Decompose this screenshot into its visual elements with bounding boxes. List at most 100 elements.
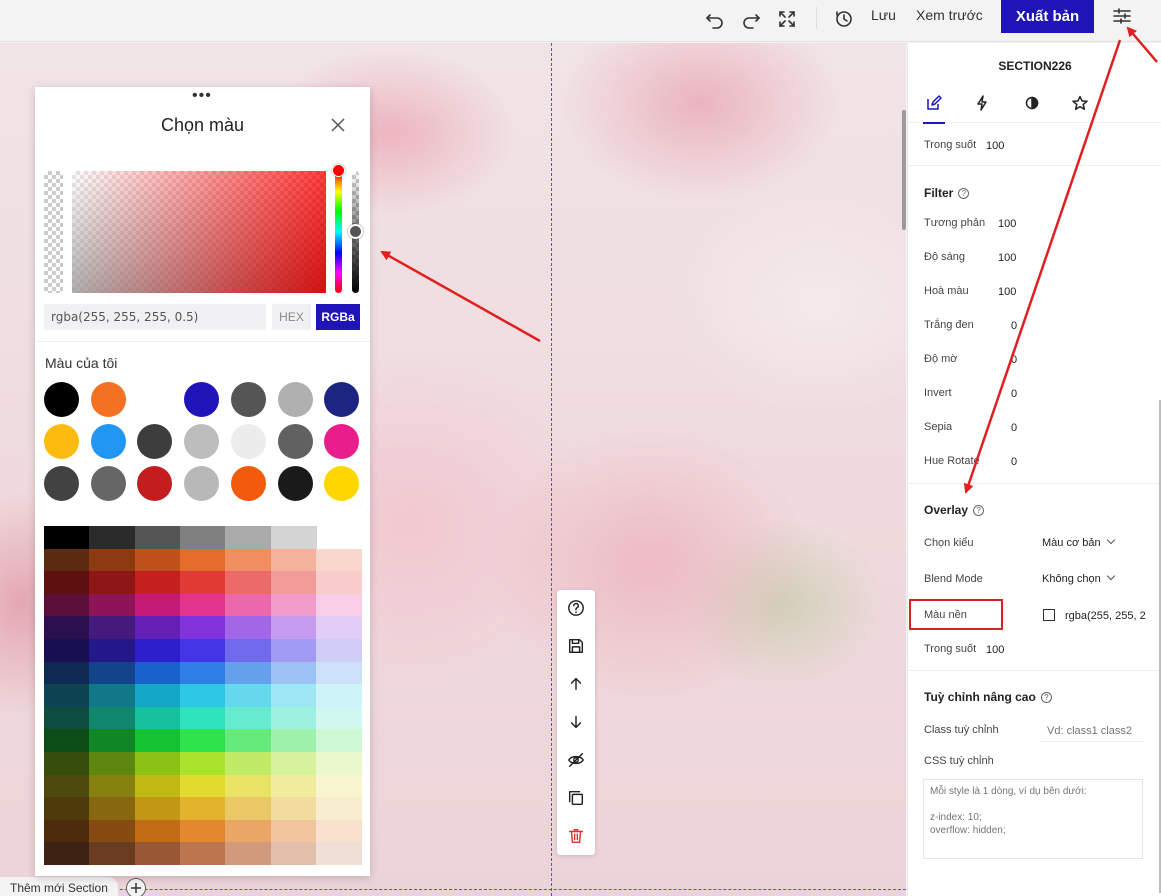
palette-color-cell[interactable] — [134, 661, 181, 685]
palette-color-cell[interactable] — [315, 593, 362, 617]
canvas-scrollbar[interactable] — [902, 110, 906, 230]
move-up-icon[interactable] — [564, 672, 588, 696]
palette-color-cell[interactable] — [179, 639, 226, 662]
palette-color-cell[interactable] — [315, 774, 362, 798]
my-color-swatch[interactable] — [277, 424, 313, 459]
my-color-swatch[interactable] — [277, 382, 313, 417]
palette-color-cell[interactable] — [225, 548, 272, 572]
filter-value[interactable]: 0 — [1011, 354, 1017, 366]
publish-button[interactable]: Xuất bản — [1001, 0, 1094, 33]
palette-color-cell[interactable] — [225, 661, 272, 685]
blend-mode-select[interactable]: Không chọn — [1042, 571, 1115, 585]
palette-color-cell[interactable] — [134, 616, 181, 640]
palette-color-cell[interactable] — [89, 639, 136, 662]
palette-color-cell[interactable] — [89, 797, 136, 821]
my-color-swatch[interactable] — [90, 382, 126, 417]
palette-color-cell[interactable] — [225, 774, 272, 798]
history-icon[interactable] — [831, 6, 857, 32]
palette-color-cell[interactable] — [315, 797, 362, 821]
drag-handle-icon[interactable]: ••• — [192, 88, 212, 104]
hide-icon[interactable] — [564, 748, 588, 772]
palette-color-cell[interactable] — [225, 616, 272, 640]
palette-color-cell[interactable] — [179, 729, 226, 753]
palette-color-cell[interactable] — [44, 729, 90, 753]
palette-color-cell[interactable] — [270, 639, 317, 662]
palette-color-cell[interactable] — [225, 819, 272, 843]
palette-color-cell[interactable] — [179, 842, 226, 866]
palette-color-cell[interactable] — [225, 593, 272, 617]
palette-color-cell[interactable] — [134, 593, 181, 617]
save-button[interactable]: Lưu — [871, 7, 896, 23]
palette-color-cell[interactable] — [44, 706, 90, 730]
palette-color-cell[interactable] — [134, 706, 181, 730]
filter-value[interactable]: 0 — [1011, 320, 1017, 332]
palette-color-cell[interactable] — [44, 752, 90, 775]
palette-color-cell[interactable] — [315, 706, 362, 730]
palette-color-cell[interactable] — [179, 819, 226, 843]
my-color-swatch[interactable] — [324, 382, 360, 417]
palette-color-cell[interactable] — [270, 729, 317, 753]
palette-color-cell[interactable] — [89, 571, 136, 595]
my-color-swatch[interactable] — [137, 466, 173, 501]
palette-color-cell[interactable] — [134, 526, 181, 549]
palette-color-cell[interactable] — [270, 706, 317, 730]
my-color-swatch[interactable] — [90, 466, 126, 501]
close-icon[interactable] — [328, 115, 348, 135]
palette-color-cell[interactable] — [270, 571, 317, 595]
undo-icon[interactable] — [702, 6, 728, 32]
palette-color-cell[interactable] — [44, 639, 90, 662]
palette-color-cell[interactable] — [134, 729, 181, 753]
palette-color-cell[interactable] — [225, 571, 272, 595]
palette-color-cell[interactable] — [270, 819, 317, 843]
palette-color-cell[interactable] — [134, 752, 181, 775]
palette-color-cell[interactable] — [179, 797, 226, 821]
settings-sliders-icon[interactable] — [1109, 3, 1135, 29]
palette-color-cell[interactable] — [134, 797, 181, 821]
filter-value[interactable]: 100 — [998, 252, 1016, 264]
background-color-swatch[interactable] — [1043, 609, 1055, 621]
filter-value[interactable]: 0 — [1011, 456, 1017, 468]
hue-slider-handle[interactable] — [332, 164, 345, 177]
save-icon[interactable] — [564, 634, 588, 658]
palette-color-cell[interactable] — [315, 684, 362, 708]
palette-color-cell[interactable] — [89, 526, 136, 549]
palette-color-cell[interactable] — [134, 842, 181, 866]
palette-color-cell[interactable] — [270, 752, 317, 775]
my-color-swatch[interactable] — [184, 466, 220, 501]
palette-color-cell[interactable] — [89, 752, 136, 775]
palette-color-cell[interactable] — [44, 593, 90, 617]
palette-color-cell[interactable] — [134, 684, 181, 708]
rgba-mode-button[interactable]: RGBa — [316, 304, 360, 330]
my-color-swatch[interactable] — [90, 424, 126, 459]
palette-color-cell[interactable] — [179, 774, 226, 798]
palette-color-cell[interactable] — [315, 616, 362, 640]
palette-color-cell[interactable] — [179, 526, 226, 549]
hex-mode-button[interactable]: HEX — [272, 304, 311, 330]
palette-color-cell[interactable] — [270, 797, 317, 821]
palette-color-cell[interactable] — [134, 571, 181, 595]
palette-color-cell[interactable] — [270, 661, 317, 685]
palette-color-cell[interactable] — [89, 774, 136, 798]
palette-color-cell[interactable] — [315, 819, 362, 843]
palette-color-cell[interactable] — [134, 774, 181, 798]
palette-color-cell[interactable] — [225, 639, 272, 662]
palette-color-cell[interactable] — [270, 548, 317, 572]
palette-color-cell[interactable] — [315, 571, 362, 595]
palette-color-cell[interactable] — [89, 548, 136, 572]
tab-actions[interactable] — [970, 91, 994, 115]
hue-slider[interactable] — [335, 171, 342, 293]
delete-icon[interactable] — [564, 824, 588, 848]
palette-color-cell[interactable] — [89, 729, 136, 753]
palette-color-cell[interactable] — [44, 661, 90, 685]
palette-color-cell[interactable] — [89, 661, 136, 685]
palette-color-cell[interactable] — [225, 752, 272, 775]
my-color-swatch[interactable] — [230, 424, 266, 459]
palette-color-cell[interactable] — [179, 661, 226, 685]
palette-color-cell[interactable] — [134, 819, 181, 843]
palette-color-cell[interactable] — [225, 684, 272, 708]
palette-color-cell[interactable] — [44, 548, 90, 572]
my-color-swatch[interactable] — [277, 466, 313, 501]
palette-color-cell[interactable] — [315, 842, 362, 866]
my-color-swatch[interactable] — [184, 382, 220, 417]
my-color-swatch[interactable] — [324, 466, 360, 501]
